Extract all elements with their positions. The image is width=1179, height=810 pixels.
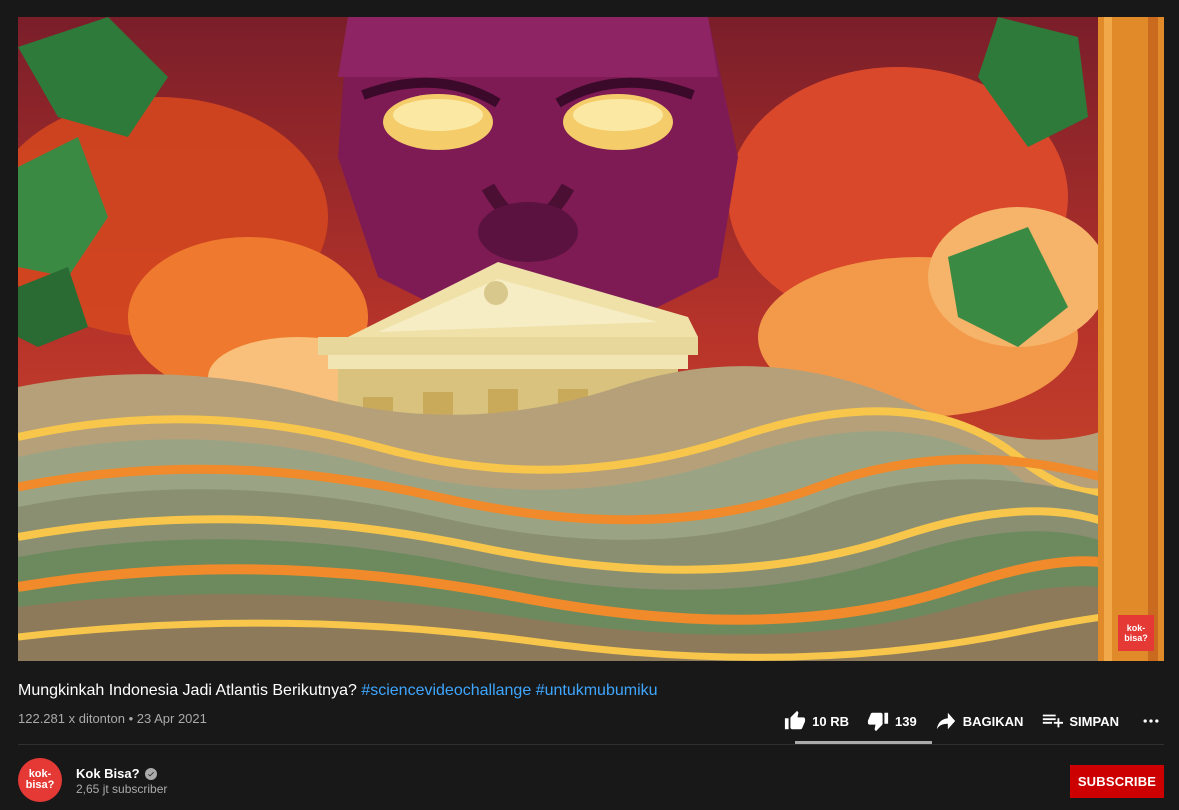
verified-icon	[144, 767, 157, 780]
dislike-button[interactable]: 139	[867, 710, 917, 732]
channel-name-text: Kok Bisa?	[76, 766, 140, 781]
like-count: 10 RB	[812, 713, 850, 729]
video-actions: 10 RB 139 BAGIKAN SIMPAN	[784, 708, 1161, 734]
save-label: SIMPAN	[1069, 713, 1119, 729]
thumbs-down-icon	[867, 712, 889, 732]
share-icon	[936, 712, 955, 730]
channel-avatar[interactable]: kok-bisa?	[18, 758, 62, 802]
video-title: Mungkinkah Indonesia Jadi Atlantis Berik…	[18, 682, 658, 700]
video-title-text: Mungkinkah Indonesia Jadi Atlantis Berik…	[18, 682, 357, 699]
hashtag-link[interactable]: #untukmubumiku	[536, 682, 658, 699]
like-button[interactable]: 10 RB	[784, 710, 849, 732]
video-frame	[18, 17, 1164, 661]
dislike-count: 139	[895, 713, 917, 729]
hashtag-link[interactable]: #sciencevideochallange	[361, 682, 531, 699]
share-button[interactable]: BAGIKAN	[935, 710, 1024, 732]
video-player[interactable]: kok-bisa?	[18, 17, 1164, 661]
more-actions-button[interactable]	[1141, 711, 1161, 731]
playlist-add-icon	[1043, 714, 1064, 728]
save-button[interactable]: SIMPAN	[1041, 710, 1119, 732]
subscribe-button[interactable]: SUBSCRIBE	[1070, 765, 1164, 798]
channel-watermark[interactable]: kok-bisa?	[1118, 615, 1154, 651]
divider	[18, 744, 1164, 745]
more-horizontal-icon	[1143, 719, 1159, 723]
channel-name[interactable]: Kok Bisa?	[76, 766, 157, 781]
share-label: BAGIKAN	[962, 713, 1024, 729]
thumbs-up-icon	[785, 710, 806, 730]
view-count-date: 122.281 x ditonton • 23 Apr 2021	[18, 711, 207, 726]
subscriber-count: 2,65 jt subscriber	[76, 782, 168, 796]
